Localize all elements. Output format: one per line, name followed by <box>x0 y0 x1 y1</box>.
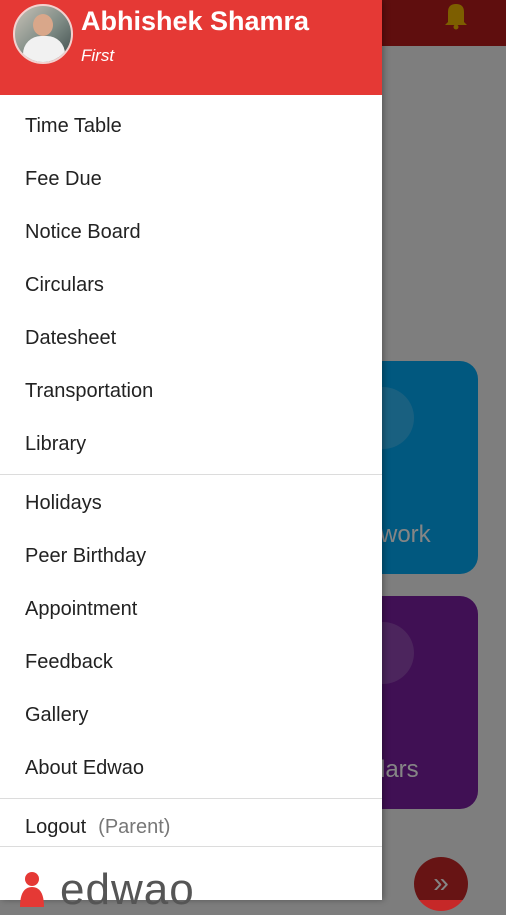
edwao-logo-icon <box>20 872 44 907</box>
avatar[interactable] <box>13 4 73 64</box>
menu-item-library[interactable]: Library <box>0 418 382 471</box>
menu-item-gallery[interactable]: Gallery <box>0 689 382 742</box>
menu-item-time-table[interactable]: Time Table <box>0 100 382 153</box>
menu-item-transportation[interactable]: Transportation <box>0 365 382 418</box>
menu-item-circulars[interactable]: Circulars <box>0 259 382 312</box>
menu-item-feedback[interactable]: Feedback <box>0 636 382 689</box>
logout-role: (Parent) <box>98 816 171 838</box>
avatar-body <box>23 36 65 62</box>
menu-group-main: Time Table Fee Due Notice Board Circular… <box>0 95 382 471</box>
user-class: First <box>81 46 115 65</box>
menu-item-notice-board[interactable]: Notice Board <box>0 206 382 259</box>
navigation-drawer: Abhishek Shamra First Time Table Fee Due… <box>0 0 382 914</box>
menu-item-peer-birthday[interactable]: Peer Birthday <box>0 530 382 583</box>
menu-item-about-edwao[interactable]: About Edwao <box>0 742 382 795</box>
menu-group-secondary: Holidays Peer Birthday Appointment Feedb… <box>0 477 382 795</box>
menu-divider <box>0 474 382 475</box>
drawer-header: Abhishek Shamra First <box>0 0 382 95</box>
menu-item-holidays[interactable]: Holidays <box>0 477 382 530</box>
avatar-face <box>33 14 53 36</box>
user-name: Abhishek Shamra <box>81 6 310 36</box>
menu-divider <box>0 798 382 799</box>
edwao-logo-text: edwao <box>60 865 195 914</box>
menu-item-fee-due[interactable]: Fee Due <box>0 153 382 206</box>
drawer-footer: edwao <box>0 846 382 914</box>
menu-item-appointment[interactable]: Appointment <box>0 583 382 636</box>
menu-item-datesheet[interactable]: Datesheet <box>0 312 382 365</box>
logout-label: Logout <box>25 816 87 838</box>
